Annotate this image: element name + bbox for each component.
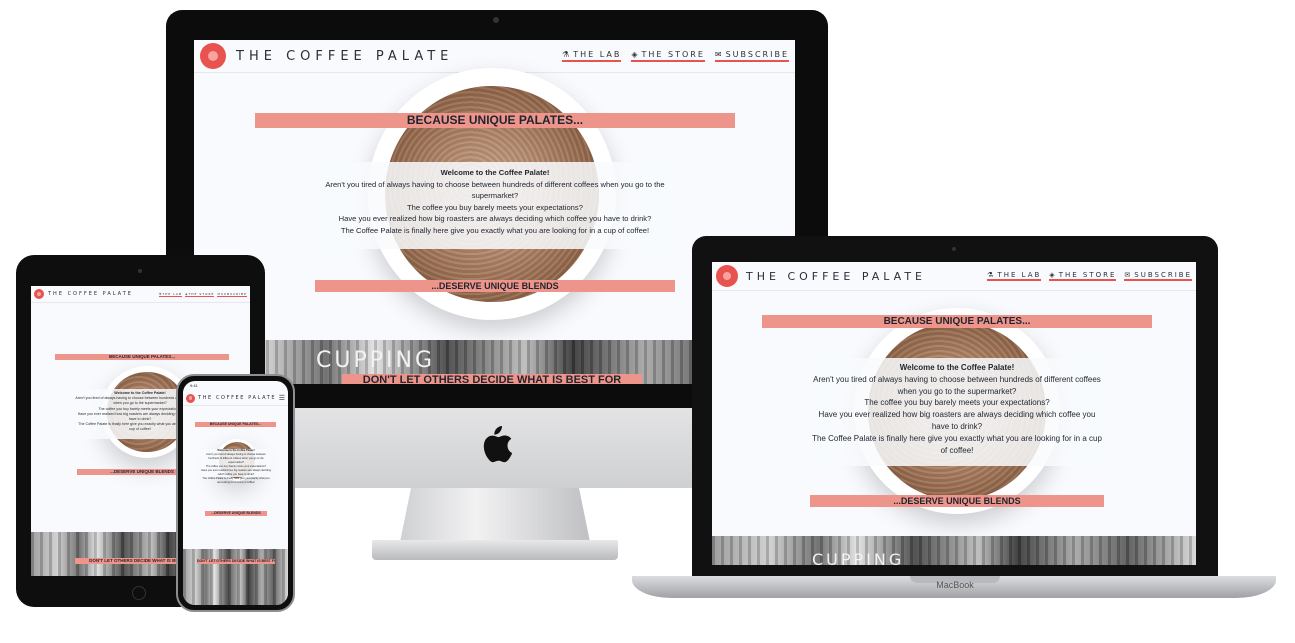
nav-links: ⚗ THE LAB ◈ THE STORE ✉ SUBSCRIBE bbox=[156, 292, 247, 297]
apple-logo-icon bbox=[483, 426, 513, 463]
logo-icon[interactable] bbox=[200, 43, 226, 69]
cupping-photo bbox=[183, 549, 288, 605]
site-header: THE COFFEE PALATE ⚗ THE LAB ◈ THE STORE … bbox=[31, 286, 250, 303]
ipad-home-button[interactable] bbox=[132, 586, 146, 600]
envelope-icon: ✉ bbox=[714, 50, 724, 59]
nav-link-store[interactable]: ◈ THE STORE bbox=[185, 292, 215, 297]
logo-icon[interactable] bbox=[34, 289, 44, 299]
welcome-line: Aren't you tired of always having to cho… bbox=[325, 179, 665, 201]
photo-sign-text: CUPPING bbox=[812, 550, 905, 565]
logo-icon[interactable] bbox=[716, 265, 738, 287]
imac-camera bbox=[493, 17, 499, 23]
hero-heading-top: BECAUSE UNIQUE PALATES... bbox=[195, 422, 276, 427]
macbook-camera bbox=[952, 247, 956, 251]
welcome-box: Welcome to the Coffee Palate! Aren't you… bbox=[810, 358, 1104, 466]
site-brand[interactable]: THE COFFEE PALATE bbox=[236, 49, 453, 64]
imac-stand-neck bbox=[400, 486, 590, 542]
site-brand[interactable]: THE COFFEE PALATE bbox=[48, 291, 133, 297]
nav-link-subscribe[interactable]: ✉ SUBSCRIBE bbox=[714, 50, 789, 62]
nav-link-lab[interactable]: ⚗ THE LAB bbox=[158, 292, 183, 297]
macbook-label: MacBook bbox=[936, 580, 974, 590]
envelope-icon: ✉ bbox=[1124, 271, 1133, 279]
iphone-screen: 9:41 THE COFFEE PALATE ☰ BECAUSE UNIQUE … bbox=[183, 381, 288, 605]
welcome-title: Welcome to the Coffee Palate! bbox=[440, 168, 550, 177]
hero-heading-top: BECAUSE UNIQUE PALATES... bbox=[255, 113, 735, 128]
nav-link-subscribe[interactable]: ✉ SUBSCRIBE bbox=[1124, 271, 1192, 281]
welcome-line: The Coffee Palate is finally here give y… bbox=[340, 225, 650, 235]
welcome-title: Welcome to the Coffee Palate! bbox=[899, 363, 1015, 372]
hero-heading-top: BECAUSE UNIQUE PALATES... bbox=[762, 315, 1152, 328]
nav-link-store[interactable]: ◈ THE STORE bbox=[1049, 271, 1117, 281]
flask-icon: ⚗ bbox=[987, 271, 996, 279]
nav-link-store[interactable]: ◈ THE STORE bbox=[631, 50, 705, 62]
welcome-box: Welcome to the Coffee Palate! Aren't you… bbox=[315, 162, 675, 249]
welcome-line: Aren't you tired of always having to cho… bbox=[813, 374, 1101, 396]
hero-heading-bottom: ...DESERVE UNIQUE BLENDS bbox=[205, 511, 267, 516]
flask-icon: ⚗ bbox=[562, 50, 572, 59]
menu-icon[interactable]: ☰ bbox=[279, 394, 285, 402]
second-banner: DON'T LET OTHERS DECIDE WHAT IS BEST FOR bbox=[197, 559, 275, 564]
welcome-box: Welcome to the Coffee Palate! Aren't you… bbox=[201, 449, 271, 484]
nav-links: ⚗ THE LAB ◈ THE STORE ✉ SUBSCRIBE bbox=[979, 271, 1192, 281]
welcome-line: The coffee you buy barely meets your exp… bbox=[407, 202, 583, 212]
imac-stand-base bbox=[372, 540, 618, 560]
nav-link-lab[interactable]: ⚗ THE LAB bbox=[987, 271, 1042, 281]
welcome-line: Have you ever realized how big roasters … bbox=[338, 214, 652, 224]
site-brand[interactable]: THE COFFEE PALATE bbox=[746, 270, 926, 283]
photo-sign-text: CUPPING bbox=[316, 348, 435, 373]
hero-heading-bottom: ...DESERVE UNIQUE BLENDS bbox=[810, 495, 1104, 507]
welcome-line: The Coffee Palate is finally here give y… bbox=[812, 433, 1102, 455]
hero-heading-top: BECAUSE UNIQUE PALATES... bbox=[55, 354, 229, 360]
site-header: THE COFFEE PALATE ⚗ THE LAB ◈ THE STORE … bbox=[712, 262, 1196, 291]
welcome-line: Have you ever realized how big roasters … bbox=[201, 469, 271, 476]
nav-links: ⚗ THE LAB ◈ THE STORE ✉ SUBSCRIBE bbox=[552, 50, 789, 62]
welcome-line: Have you ever realized how big roasters … bbox=[818, 410, 1096, 431]
site-brand[interactable]: THE COFFEE PALATE bbox=[198, 395, 276, 401]
status-bar-time: 9:41 bbox=[190, 383, 198, 388]
welcome-line: Aren't you tired of always having to cho… bbox=[206, 453, 266, 464]
welcome-line: The Coffee Palate is finally here give y… bbox=[202, 477, 270, 484]
second-banner: DON'T LET OTHERS DECIDE WHAT IS BEST FOR bbox=[342, 374, 642, 384]
gem-icon: ◈ bbox=[631, 50, 640, 59]
cupping-photo: CUPPING bbox=[712, 536, 1196, 565]
hero-heading-bottom: ...DESERVE UNIQUE BLENDS bbox=[315, 280, 675, 292]
macbook-screen: THE COFFEE PALATE ⚗ THE LAB ◈ THE STORE … bbox=[712, 262, 1196, 565]
logo-icon[interactable] bbox=[186, 393, 195, 403]
nav-link-lab[interactable]: ⚗ THE LAB bbox=[562, 50, 622, 62]
welcome-line: The coffee you buy barely meets your exp… bbox=[864, 398, 1050, 408]
gem-icon: ◈ bbox=[1049, 271, 1057, 279]
nav-link-subscribe[interactable]: ✉ SUBSCRIBE bbox=[217, 292, 247, 297]
ipad-camera bbox=[138, 269, 142, 273]
site-header: THE COFFEE PALATE ☰ bbox=[183, 391, 288, 406]
